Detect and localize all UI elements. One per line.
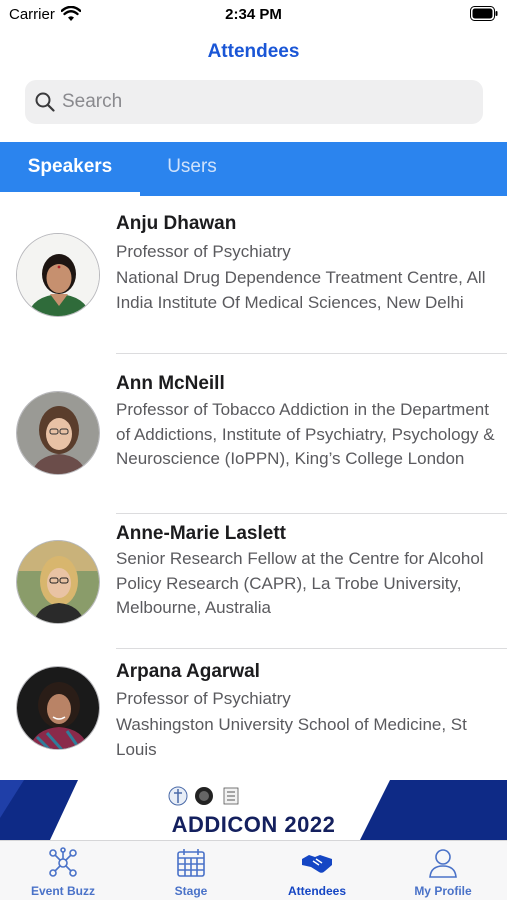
tab-label: Event Buzz [30,884,95,898]
search-bar[interactable] [25,80,483,124]
battery-icon [470,6,498,21]
avatar [16,391,100,475]
speaker-role: Professor of Psychiatry [116,689,291,708]
tab-label: Stage [174,884,208,898]
avatar [16,540,100,624]
event-banner[interactable]: ADDICON 2022 [0,780,507,840]
tab-users[interactable]: Users [140,142,244,196]
tab-attendees[interactable]: Attendees [254,841,380,900]
tab-event-buzz[interactable]: Event Buzz [0,841,126,900]
tab-label: My Profile [414,884,472,898]
banner-title: ADDICON 2022 [171,812,336,837]
page-title: Attendees [207,41,300,62]
tab-label: Attendees [287,884,346,898]
speaker-role: Professor of Tobacco Addiction in the De… [116,400,495,468]
speaker-role: Professor of Psychiatry [116,242,291,261]
person-icon [429,849,457,878]
handshake-icon [302,855,332,873]
network-icon [49,847,77,877]
speaker-name: Anne-Marie Laslett [116,523,286,544]
speaker-name: Anju Dhawan [116,213,237,234]
avatar [16,666,100,750]
speaker-list[interactable]: Anju Dhawan Professor of Psychiatry Nati… [0,196,507,780]
status-time: 2:34 PM [225,6,282,23]
speaker-organization: Washingston University School of Medicin… [116,715,467,759]
avatar [16,233,100,317]
calendar-icon [177,849,205,877]
speaker-role: Senior Research Fellow at the Centre for… [116,549,484,617]
speaker-row[interactable]: Arpana Agarwal Professor of Psychiatry W… [0,649,507,780]
speaker-row[interactable]: Anju Dhawan Professor of Psychiatry Nati… [0,196,507,354]
tab-my-profile[interactable]: My Profile [380,841,506,900]
speaker-name: Arpana Agarwal [116,661,260,682]
bottom-tab-bar: Event Buzz Stage Attendees My Profile [0,840,507,900]
segment-tabs: Speakers Users [0,142,507,196]
sponsor-logos [168,786,239,806]
speaker-organization: National Drug Dependence Treatment Centr… [116,268,486,312]
tab-speakers[interactable]: Speakers [0,142,140,196]
search-icon [35,92,55,112]
tab-stage[interactable]: Stage [128,841,254,900]
speaker-row[interactable]: Anne-Marie Laslett Senior Research Fello… [0,514,507,649]
speaker-row[interactable]: Ann McNeill Professor of Tobacco Addicti… [0,354,507,514]
search-input[interactable] [62,80,462,124]
status-bar: Carrier 2:34 PM [0,0,507,30]
speaker-name: Ann McNeill [116,373,225,394]
